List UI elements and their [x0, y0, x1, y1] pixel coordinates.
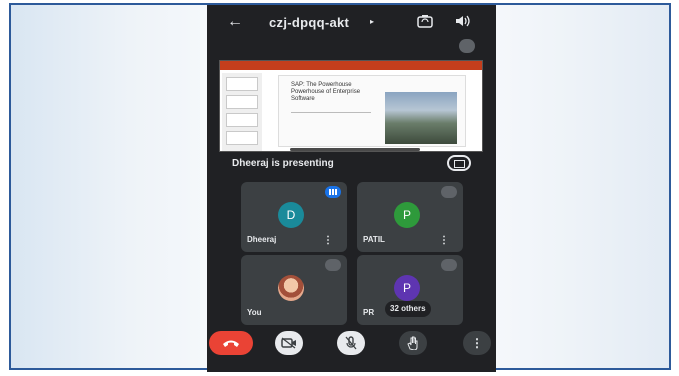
participant-tile[interactable]: P PATIL ⋮	[357, 182, 463, 252]
avatar-photo	[278, 275, 304, 301]
raise-hand-icon	[407, 336, 418, 350]
scrollbar[interactable]	[290, 148, 420, 151]
switch-camera-icon[interactable]	[417, 14, 433, 28]
participant-tile-overflow[interactable]: P PR 32 others	[357, 255, 463, 325]
shared-presentation[interactable]: SAP: The Powerhouse Powerhouse of Enterp…	[219, 60, 483, 152]
presenter-label: Dheeraj is presenting	[232, 158, 334, 169]
mic-off-icon	[441, 259, 457, 271]
more-options-button[interactable]: ⋮	[463, 331, 491, 355]
top-bar: ← czj-dpqq-akt ▸	[207, 9, 496, 37]
slide-title: SAP: The Powerhouse Powerhouse of Enterp…	[291, 82, 361, 102]
slide-thumbnail	[226, 95, 258, 109]
participant-name: PR	[363, 308, 375, 317]
more-vert-icon[interactable]: ⋮	[323, 235, 333, 246]
mic-toggle-button[interactable]	[337, 331, 365, 355]
slide-canvas: SAP: The Powerhouse Powerhouse of Enterp…	[278, 75, 466, 147]
speaker-icon[interactable]	[454, 14, 470, 28]
call-controls: ⋮	[207, 331, 496, 361]
slide-thumbnail	[226, 113, 258, 127]
more-vert-icon[interactable]: ⋮	[439, 235, 449, 246]
chevron-right-icon[interactable]: ▸	[370, 17, 374, 26]
slide-thumbnails	[222, 73, 262, 151]
end-call-button[interactable]	[209, 331, 253, 355]
participant-name: Dheeraj	[247, 235, 277, 244]
screenshot-frame: ← czj-dpqq-akt ▸ SAP: The Powerhouse Pow…	[9, 3, 671, 372]
participant-tile-self[interactable]: You	[241, 255, 347, 325]
others-count-badge[interactable]: 32 others	[385, 301, 431, 317]
end-call-icon	[223, 340, 239, 347]
meeting-code[interactable]: czj-dpqq-akt	[269, 15, 349, 30]
raise-hand-button[interactable]	[399, 331, 427, 355]
participant-name: You	[247, 308, 262, 317]
mic-off-icon	[459, 39, 475, 53]
avatar: P	[394, 202, 420, 228]
camera-off-icon	[281, 337, 296, 349]
meet-app-screen: ← czj-dpqq-akt ▸ SAP: The Powerhouse Pow…	[207, 5, 496, 372]
participant-name: PATIL	[363, 235, 385, 244]
speaking-icon	[325, 186, 341, 198]
slide-thumbnail	[226, 77, 258, 91]
mic-off-icon	[441, 186, 457, 198]
powerpoint-ribbon	[220, 61, 482, 70]
camera-toggle-button[interactable]	[275, 331, 303, 355]
participant-tile[interactable]: D Dheeraj ⋮	[241, 182, 347, 252]
slide-building-photo	[385, 92, 457, 144]
avatar: P	[394, 275, 420, 301]
arrow-left-icon[interactable]: ←	[227, 13, 243, 31]
avatar: D	[278, 202, 304, 228]
more-vert-icon: ⋮	[471, 336, 483, 350]
slide-body-text	[291, 112, 371, 126]
slide-thumbnail	[226, 131, 258, 145]
fullscreen-icon[interactable]	[447, 155, 471, 171]
mic-off-icon	[345, 336, 357, 350]
mic-off-icon	[325, 259, 341, 271]
